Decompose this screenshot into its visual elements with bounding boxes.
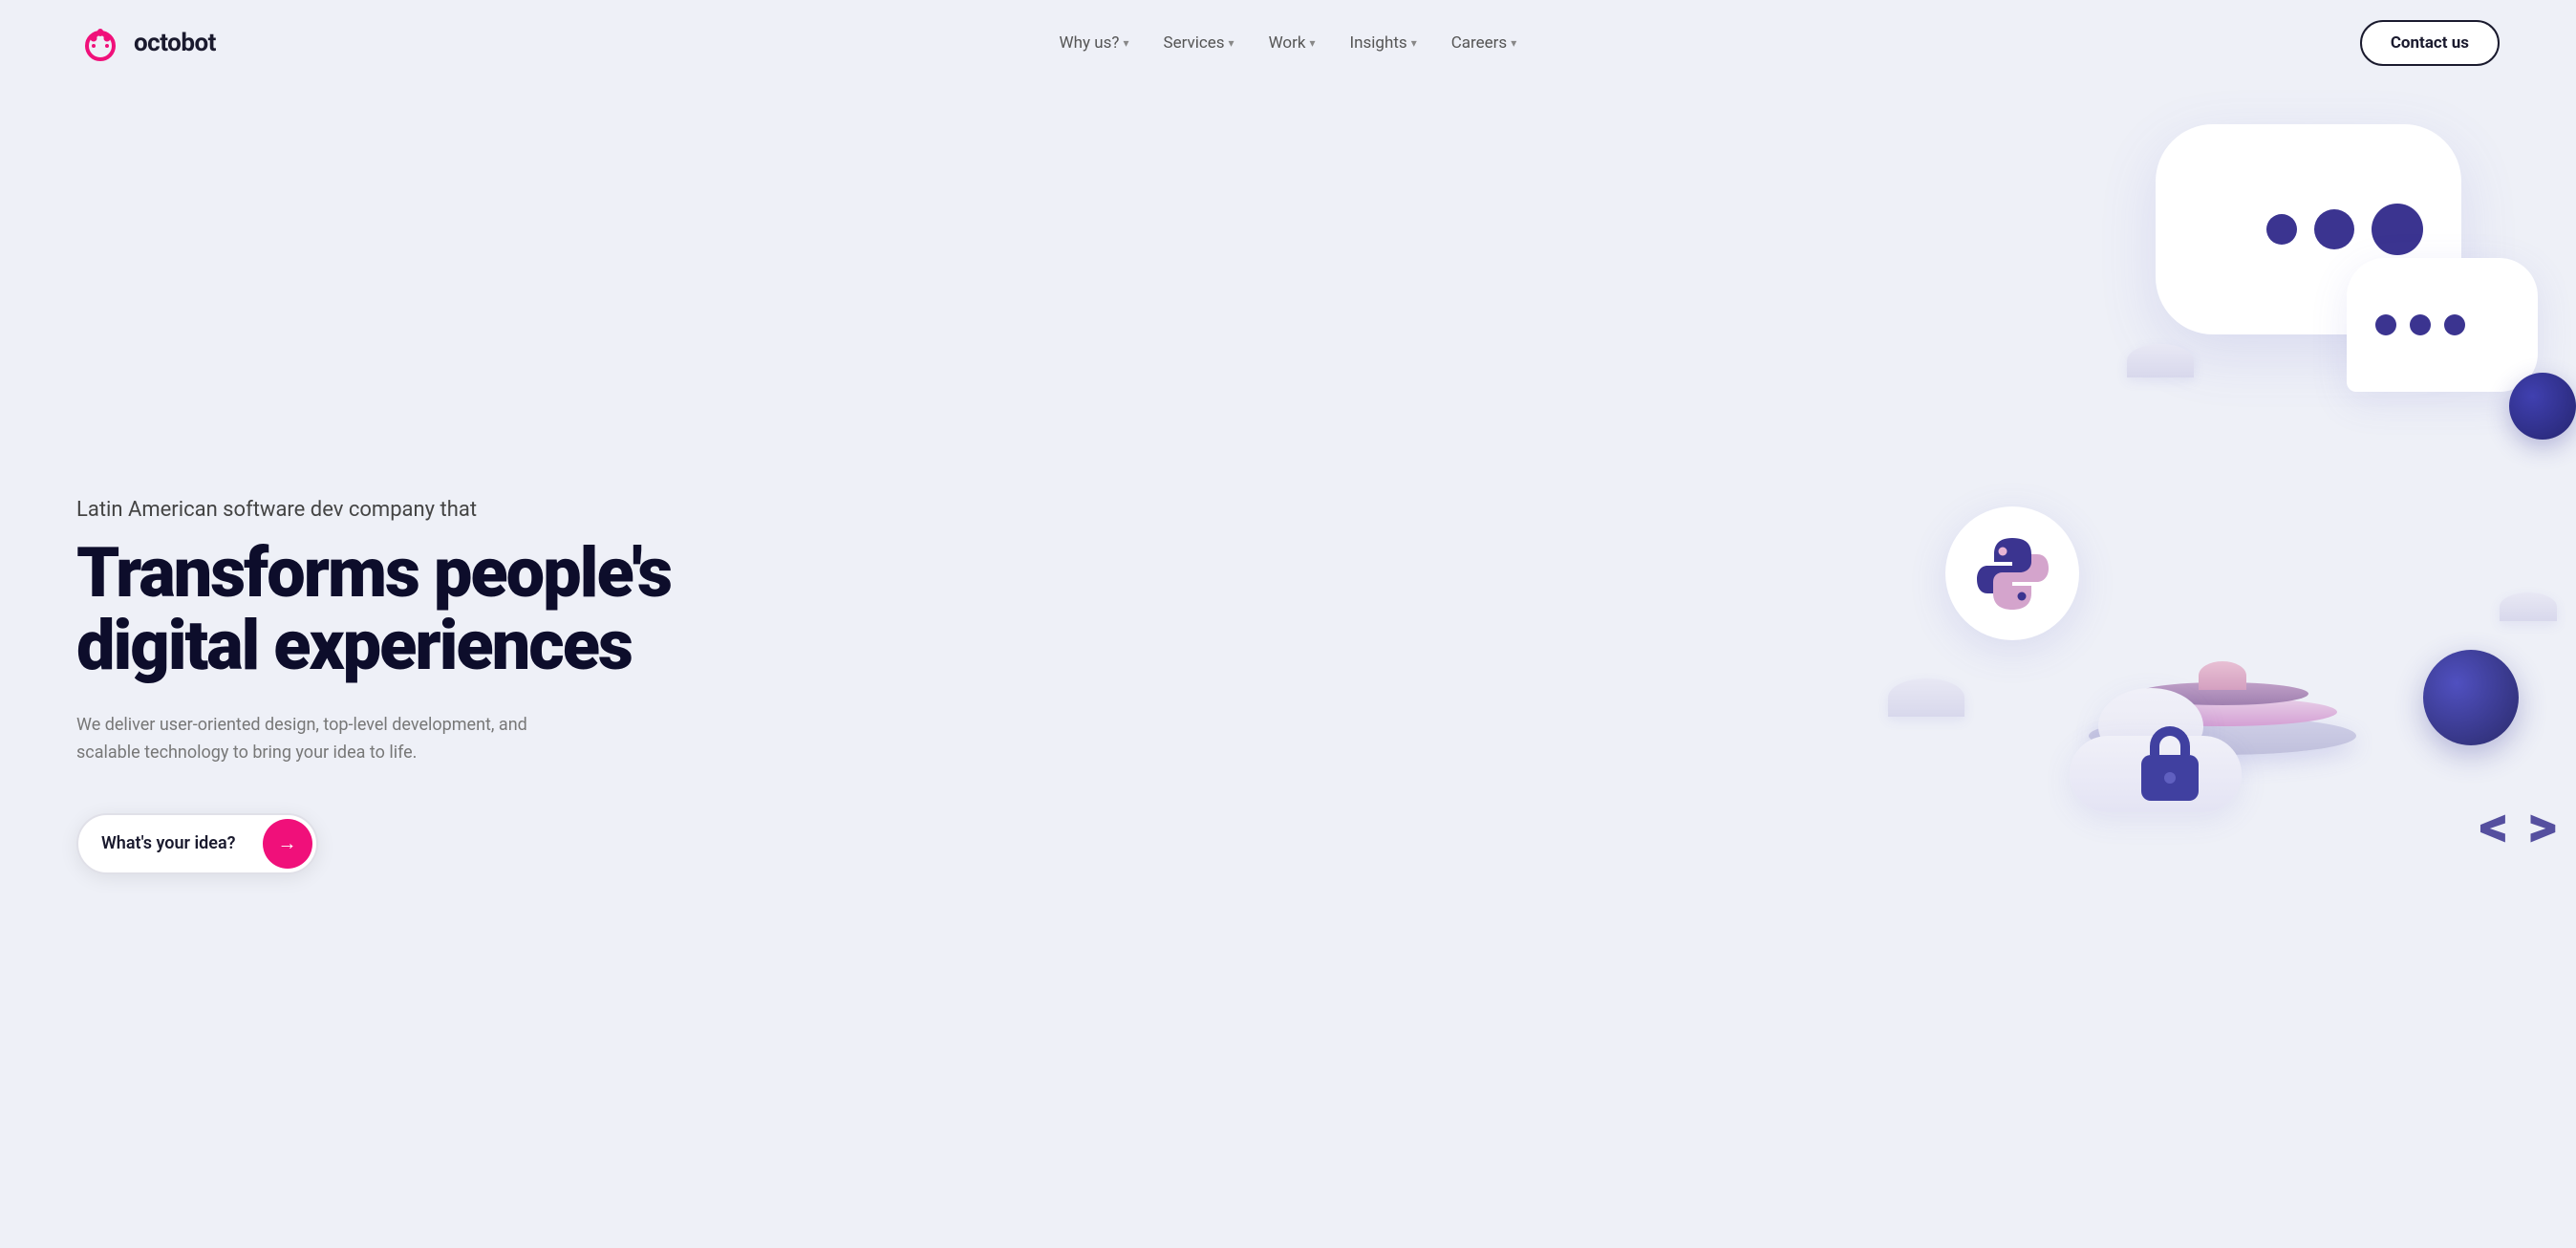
hero-content: Latin American software dev company that… <box>76 498 671 874</box>
hero-subtitle: Latin American software dev company that <box>76 498 671 522</box>
hero-title: Transforms people's digital experiences <box>76 537 671 681</box>
logo-icon <box>76 19 124 67</box>
platform-ring-inner <box>2136 682 2308 705</box>
chat-bubble-small <box>2347 258 2538 392</box>
chevron-down-icon: ▾ <box>1123 36 1128 50</box>
platform-pedestal <box>2079 602 2366 755</box>
bubble-dot-sm-3 <box>2444 314 2465 335</box>
lock-body <box>2141 755 2199 801</box>
bubble-dot-sm-1 <box>2375 314 2396 335</box>
purple-sphere-large <box>2423 650 2519 745</box>
bracket-open: < <box>2479 792 2509 860</box>
chevron-down-icon: ▾ <box>1511 36 1516 50</box>
chevron-down-icon: ▾ <box>1411 36 1417 50</box>
chevron-down-icon: ▾ <box>1229 36 1234 50</box>
cloud-top <box>2098 688 2203 764</box>
bracket-close: > <box>2527 792 2557 860</box>
bubble-dot-2 <box>2314 209 2354 249</box>
nav-why-us[interactable]: Why us? ▾ <box>1046 26 1143 60</box>
bubble-dot-1 <box>2266 214 2297 245</box>
lock-icon <box>2136 726 2203 803</box>
dome-decoration-1 <box>1888 678 1964 717</box>
nav-work[interactable]: Work ▾ <box>1256 26 1329 60</box>
nav-services[interactable]: Services ▾ <box>1149 26 1247 60</box>
purple-sphere-small <box>2509 373 2576 440</box>
chevron-down-icon: ▾ <box>1309 36 1315 50</box>
chat-bubble-large <box>2156 124 2461 334</box>
lock-shackle <box>2150 726 2190 755</box>
platform-top <box>2199 661 2246 690</box>
nav-links: Why us? ▾ Services ▾ Work ▾ Insights ▾ C <box>1046 26 1531 60</box>
nav-insights[interactable]: Insights ▾ <box>1337 26 1430 60</box>
cta-button[interactable]: What's your idea? → <box>76 813 318 874</box>
contact-button[interactable]: Contact us <box>2360 20 2500 66</box>
dome-decoration-2 <box>2500 592 2557 621</box>
hero-description: We deliver user-oriented design, top-lev… <box>76 712 592 767</box>
platform-ring-outer <box>2108 698 2337 726</box>
cta-label: What's your idea? <box>78 820 259 867</box>
cta-arrow-icon: → <box>263 819 312 869</box>
hero-illustration: < > <box>1678 86 2576 908</box>
navbar: octobot Why us? ▾ Services ▾ Work ▾ Insi… <box>0 0 2576 86</box>
cloud-shape <box>2070 698 2261 812</box>
cloud-body <box>2070 736 2242 812</box>
bubble-dot-sm-2 <box>2410 314 2431 335</box>
hero-section: Latin American software dev company that… <box>0 86 2576 1248</box>
bubble-dot-3 <box>2372 204 2423 255</box>
python-logo-circle <box>1945 506 2079 640</box>
logo-link[interactable]: octobot <box>76 19 216 67</box>
code-brackets: < > <box>2479 792 2557 860</box>
nav-careers[interactable]: Careers ▾ <box>1438 26 1531 60</box>
brand-name: octobot <box>134 29 216 57</box>
dome-decoration-3 <box>2127 344 2194 377</box>
lock-keyhole <box>2164 772 2176 784</box>
platform-base <box>2089 717 2356 755</box>
python-icon <box>1972 533 2053 614</box>
